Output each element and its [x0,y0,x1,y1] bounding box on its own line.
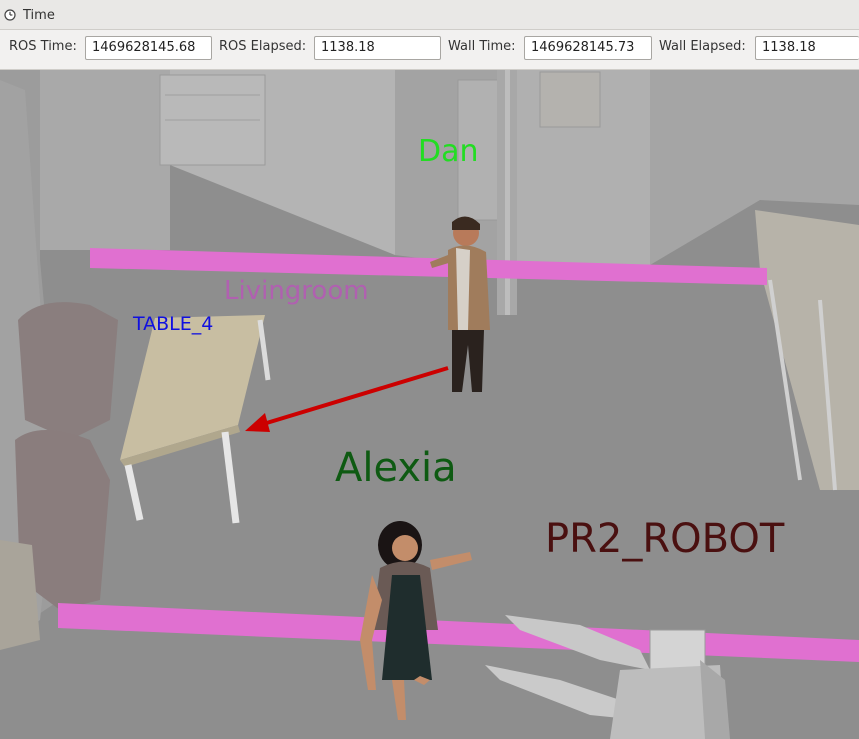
livingroom-label: Livingroom [224,276,369,306]
dan-label: Dan [418,134,479,169]
scene-render [0,70,859,739]
ros-time-label: ROS Time: [9,39,77,54]
3d-viewport[interactable]: Dan Livingroom TABLE_4 Alexia PR2_ROBOT [0,70,859,739]
wall-elapsed-label: Wall Elapsed: [659,39,746,54]
ros-elapsed-field[interactable]: 1138.18 [314,36,441,60]
ros-time-field[interactable]: 1469628145.68 [85,36,212,60]
ros-elapsed-label: ROS Elapsed: [219,39,307,54]
wall-elapsed-field[interactable]: 1138.18 [755,36,859,60]
panel-title: Time [23,8,55,23]
time-panel-header: Time [0,0,859,30]
alexia-label: Alexia [335,445,457,491]
table-label: TABLE_4 [133,313,214,335]
robot-label: PR2_ROBOT [545,516,785,562]
wall-time-field[interactable]: 1469628145.73 [524,36,652,60]
time-bar: ROS Time: 1469628145.68 ROS Elapsed: 113… [0,30,859,70]
wall-time-label: Wall Time: [448,39,516,54]
clock-icon [4,9,16,21]
